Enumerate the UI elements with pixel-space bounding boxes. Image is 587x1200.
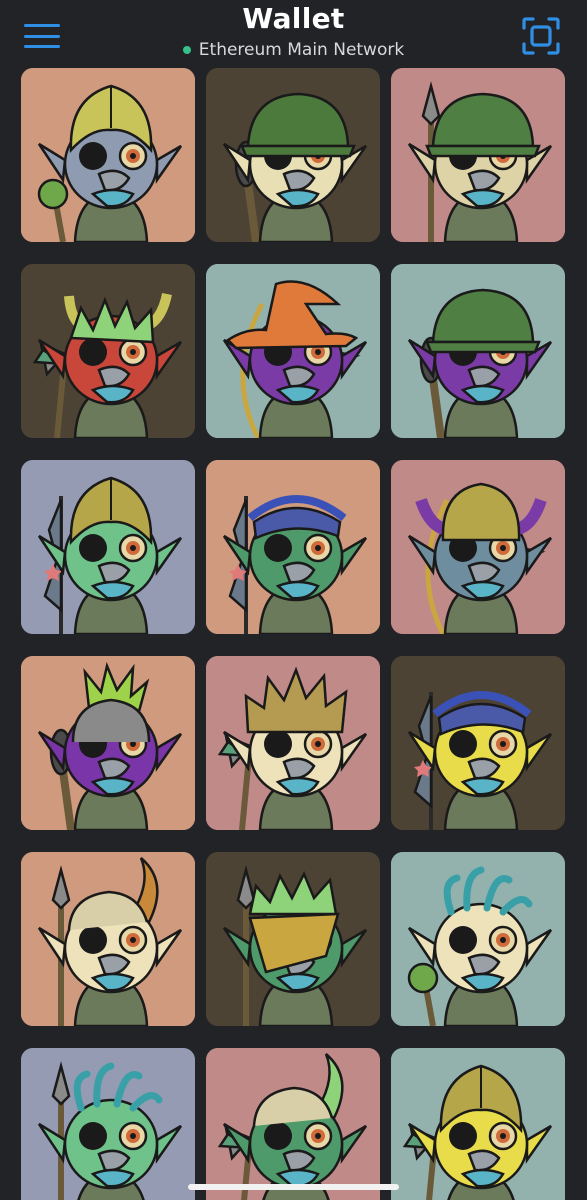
goblin-nft-image bbox=[391, 264, 565, 438]
network-status-dot bbox=[182, 46, 191, 54]
nft-thumbnail[interactable] bbox=[391, 68, 565, 242]
goblin-nft-image bbox=[21, 460, 195, 634]
nft-thumbnail[interactable] bbox=[21, 264, 195, 438]
nft-thumbnail[interactable] bbox=[21, 68, 195, 242]
home-indicator[interactable] bbox=[188, 1184, 399, 1190]
nft-thumbnail[interactable] bbox=[206, 460, 380, 634]
nft-thumbnail[interactable] bbox=[206, 656, 380, 830]
qr-scan-icon[interactable] bbox=[521, 16, 561, 56]
goblin-nft-image bbox=[21, 656, 195, 830]
nft-thumbnail[interactable] bbox=[391, 460, 565, 634]
nft-thumbnail[interactable] bbox=[206, 264, 380, 438]
nft-thumbnail[interactable] bbox=[21, 852, 195, 1026]
nft-thumbnail[interactable] bbox=[206, 1048, 380, 1200]
nft-thumbnail[interactable] bbox=[206, 852, 380, 1026]
nft-collection-grid bbox=[21, 68, 577, 1200]
goblin-nft-image bbox=[21, 1048, 195, 1200]
nft-thumbnail[interactable] bbox=[21, 1048, 195, 1200]
wallet-screen: Wallet Ethereum Main Network bbox=[0, 0, 587, 1200]
goblin-nft-image bbox=[391, 460, 565, 634]
goblin-nft-image bbox=[206, 68, 380, 242]
goblin-nft-image bbox=[391, 656, 565, 830]
nft-thumbnail[interactable] bbox=[206, 68, 380, 242]
nft-thumbnail[interactable] bbox=[391, 1048, 565, 1200]
goblin-nft-image bbox=[21, 852, 195, 1026]
app-header: Wallet Ethereum Main Network bbox=[0, 0, 587, 68]
nft-thumbnail[interactable] bbox=[21, 656, 195, 830]
nft-thumbnail[interactable] bbox=[391, 264, 565, 438]
nft-thumbnail[interactable] bbox=[391, 656, 565, 830]
goblin-nft-image bbox=[21, 264, 195, 438]
goblin-nft-image bbox=[391, 852, 565, 1026]
nft-thumbnail[interactable] bbox=[21, 460, 195, 634]
page-title: Wallet bbox=[242, 2, 345, 35]
goblin-nft-image bbox=[206, 1048, 380, 1200]
goblin-nft-image bbox=[206, 852, 380, 1026]
goblin-nft-image bbox=[391, 68, 565, 242]
goblin-nft-image bbox=[21, 68, 195, 242]
goblin-nft-image bbox=[206, 656, 380, 830]
network-name: Ethereum Main Network bbox=[198, 40, 405, 60]
goblin-nft-image bbox=[206, 460, 380, 634]
nft-thumbnail[interactable] bbox=[391, 852, 565, 1026]
goblin-nft-image bbox=[391, 1048, 565, 1200]
goblin-nft-image bbox=[206, 264, 380, 438]
network-indicator[interactable]: Ethereum Main Network bbox=[0, 40, 587, 60]
